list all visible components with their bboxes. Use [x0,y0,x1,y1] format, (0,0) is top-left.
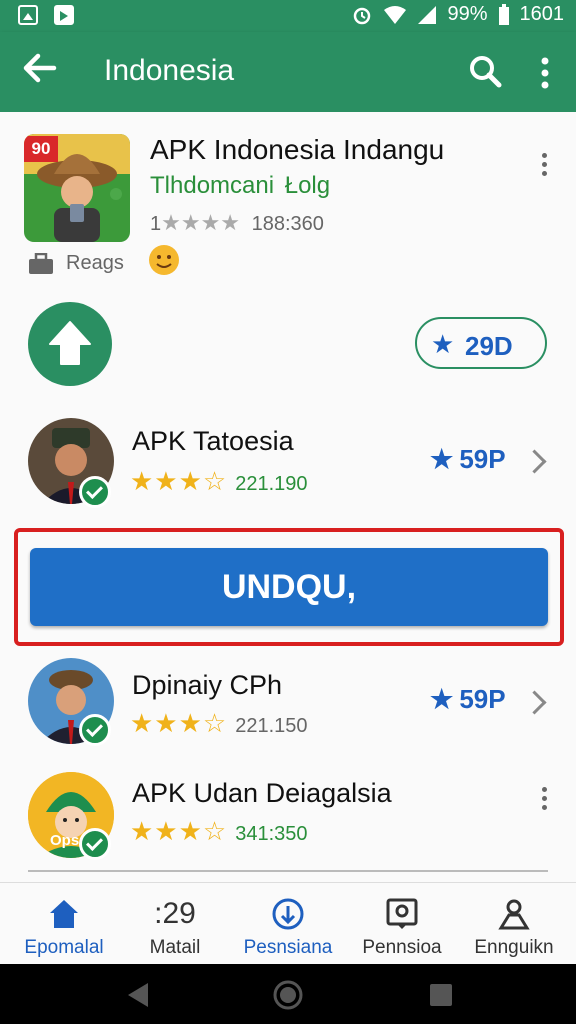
list-item-rank[interactable]: ★ 59P [430,684,506,715]
list-item-count: 221.150 [235,715,308,737]
battery-icon [498,3,509,25]
chevron-right-icon[interactable] [522,690,547,715]
29-icon: :29 [154,897,196,930]
list-item-rank-value: 59P [459,444,506,474]
system-back-button[interactable] [122,978,156,1012]
install-count: 29D [465,331,513,361]
rank-star-icon: ★ [430,444,454,474]
list-item-more-button[interactable] [534,784,554,814]
list-item-stars: ★★★☆ [130,466,228,496]
system-home-button[interactable] [271,978,305,1012]
app-bar: Indonesia [0,32,576,112]
content-area: 90 APK Indonesia Indangu Tlhdomcani Łolg… [0,112,576,882]
navigation-notification-icon [54,5,74,25]
nav-label: Matail [149,937,201,958]
square-recents-icon [430,984,452,1006]
status-bar: 99% 1601 [0,0,576,32]
featured-rating-count: 188:360 [251,213,324,235]
system-nav-bar [0,964,576,1024]
gallery-notification-icon [18,5,38,25]
featured-subtitle-text: Tlhdomcani [150,172,275,199]
featured-rating-stars: ★★★★ [161,210,241,235]
battery-percent: 99% [447,3,488,25]
verified-badge-icon [79,476,111,508]
featured-subtitle-tag: Łolg [284,172,331,199]
upload-arrow-icon [49,321,91,365]
nav-label: Pesnsiana [243,937,333,958]
list-item-count: 221.190 [235,473,308,495]
list-item-stars: ★★★☆ [130,816,228,846]
briefcase-icon [29,252,53,274]
signal-icon [418,5,437,24]
nav-label: Pennsioa [362,937,442,958]
overflow-menu-button[interactable] [532,56,558,90]
verified-badge-icon [79,828,111,860]
rank-star-icon: ★ [430,684,454,714]
wifi-icon [384,5,407,24]
clock: 1601 [519,3,565,25]
nav-label: Ennguikn [474,937,554,958]
list-item-stars: ★★★☆ [130,708,228,738]
nav-item-ennguikn[interactable]: Ennguikn [458,883,570,965]
featured-rating-prefix: 1 [150,213,162,235]
featured-app-title[interactable]: APK Indonesia Indangu [150,134,444,166]
pill-star-icon: ★ [431,329,455,359]
page-title: Indonesia [104,54,235,87]
list-item-rank[interactable]: ★ 59P [430,444,506,475]
triangle-back-icon [128,983,148,1007]
smiley-emoji-icon [149,245,179,275]
search-button[interactable] [468,54,502,88]
bottom-nav: Epomalal :29 Matail Pesnsiana Pennsioa E… [0,882,576,965]
list-item-title[interactable]: APK Udan Deiagalsia [132,778,392,809]
list-item-rating: ★★★☆ 221.190 [130,466,308,497]
circle-home-icon [273,980,303,1010]
list-item-title[interactable]: APK Tatoesia [132,426,294,457]
verified-badge-icon [79,714,111,746]
nav-item-home[interactable]: Epomalal [8,883,120,965]
more-vert-icon [541,57,549,89]
list-item-rating: ★★★☆ 341:350 [130,816,308,847]
divider [28,870,548,872]
nav-item-pesnsiana[interactable]: Pesnsiana [232,883,344,965]
list-item-title[interactable]: Dpinaiy CPh [132,670,282,701]
list-item-rating: ★★★☆ 221.150 [130,708,308,739]
featured-more-button[interactable] [534,150,554,180]
featured-meta-label: Reags [66,252,124,274]
back-button[interactable] [22,50,62,94]
list-item-rank-value: 59P [459,684,506,714]
list-item-count: 341:350 [235,823,308,845]
person-icon [458,897,570,933]
profile-icon [346,897,458,933]
home-icon [8,897,120,933]
thumbnail-badge: 90 [24,136,58,162]
back-arrow-icon [23,53,57,83]
nav-item-pennsioa[interactable]: Pennsioa [346,883,458,965]
download-button[interactable]: UNDQU, [30,548,548,626]
nav-label: Epomalal [24,937,104,958]
circle-plus-icon [232,897,344,933]
alarm-icon [354,7,371,24]
system-recents-button[interactable] [424,978,458,1012]
featured-app-thumbnail[interactable]: 90 [24,134,130,242]
featured-rating: 1★★★★ 188:360 [150,210,324,236]
featured-meta: Reags [28,252,124,275]
featured-app-subtitle: Tlhdomcani Łolg [150,172,330,200]
nav-item-matail[interactable]: :29 Matail [119,883,231,965]
avatar-caption: Ops [50,832,80,849]
search-icon [470,56,502,88]
upload-button[interactable] [28,302,112,386]
chevron-right-icon[interactable] [522,449,547,474]
install-count-pill[interactable]: ★ 29D [415,317,547,369]
